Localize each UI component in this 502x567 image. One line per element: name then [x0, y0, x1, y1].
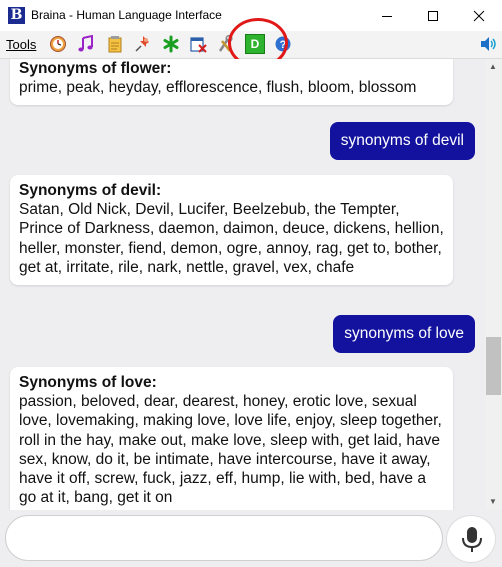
scroll-down-icon[interactable]: ▼ [489, 497, 497, 506]
speaker-icon[interactable] [479, 35, 497, 53]
window-title: Braina - Human Language Interface [31, 8, 222, 22]
reply-heading: Synonyms of flower: [19, 60, 172, 77]
input-bar [0, 510, 502, 567]
chat-scrollbar[interactable]: ▲ ▼ [485, 59, 502, 510]
title-bar: B Braina - Human Language Interface [0, 0, 502, 31]
help-icon[interactable]: ? [274, 35, 292, 53]
reply-body: prime, peak, heyday, efflorescence, flus… [19, 79, 417, 97]
microphone-icon [462, 527, 482, 552]
microphone-button[interactable] [446, 515, 496, 563]
reply-body: Satan, Old Nick, Devil, Lucifer, Beelzeb… [19, 201, 444, 276]
d-button-icon[interactable]: D [245, 34, 265, 54]
svg-text:?: ? [280, 39, 287, 51]
music-note-icon[interactable] [77, 35, 95, 53]
app-logo-icon: B [8, 7, 25, 24]
reply-bubble-flower: Synonyms of flower: prime, peak, heyday,… [10, 59, 453, 106]
chat-area: Synonyms of flower: prime, peak, heyday,… [0, 59, 485, 510]
toolbar: Tools D ? [0, 31, 502, 59]
user-message-devil: synonyms of devil [329, 122, 475, 160]
clock-icon[interactable] [49, 35, 67, 53]
notepad-icon[interactable] [106, 35, 124, 53]
maximize-button[interactable] [410, 0, 456, 31]
user-message-love: synonyms of love [333, 315, 475, 353]
reply-bubble-love: Synonyms of love: passion, beloved, dear… [10, 367, 453, 510]
maximize-icon [428, 11, 438, 21]
d-button-label: D [250, 37, 260, 51]
tools-menu[interactable]: Tools [6, 37, 36, 52]
minimize-button[interactable] [364, 0, 410, 31]
tools-icon[interactable] [216, 35, 234, 53]
reply-heading: Synonyms of love: [19, 374, 157, 391]
reply-body: passion, beloved, dear, dearest, honey, … [19, 393, 442, 507]
close-button[interactable] [456, 0, 502, 31]
asterisk-icon[interactable] [162, 35, 180, 53]
tools-menu-label: Tools [6, 37, 37, 52]
calendar-icon[interactable] [189, 35, 207, 53]
chat-input[interactable] [5, 515, 443, 561]
scroll-thumb[interactable] [486, 337, 501, 395]
pushpin-icon[interactable] [134, 35, 152, 53]
reply-heading: Synonyms of devil: [19, 182, 162, 199]
minimize-icon [382, 16, 392, 17]
scroll-up-icon[interactable]: ▲ [489, 62, 497, 71]
reply-bubble-devil: Synonyms of devil: Satan, Old Nick, Devi… [10, 175, 453, 286]
close-icon [473, 10, 485, 22]
